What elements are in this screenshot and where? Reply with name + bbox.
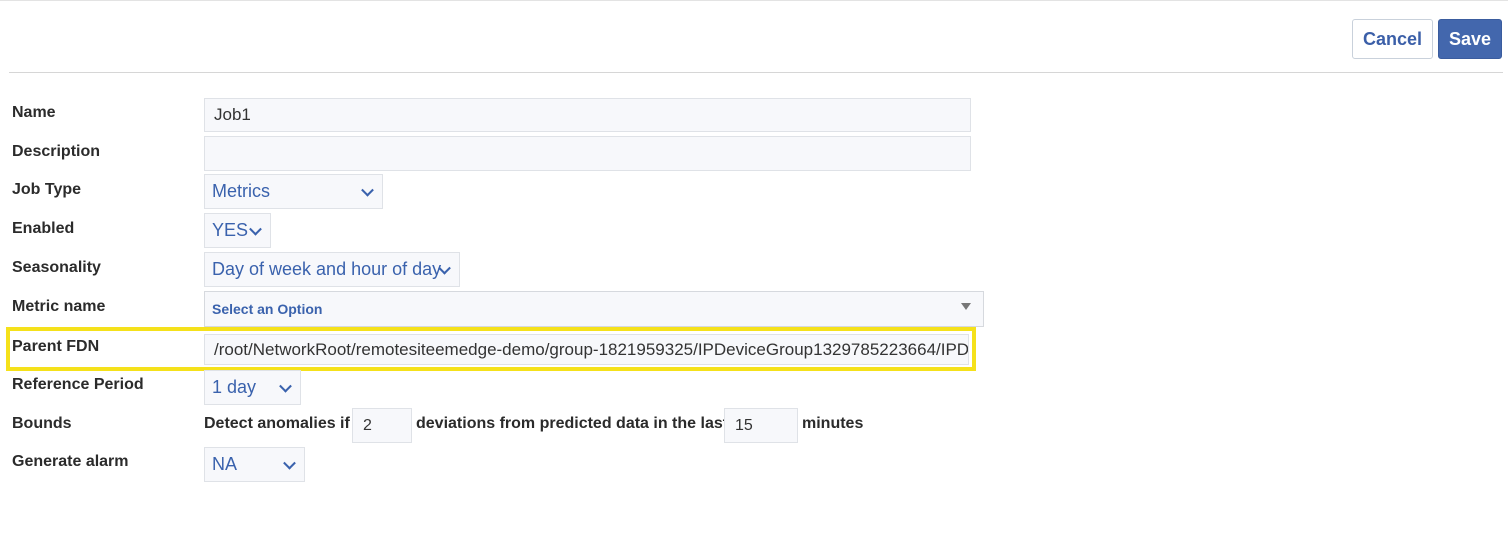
chevron-down-icon bbox=[361, 183, 374, 197]
job-type-label: Job Type bbox=[12, 181, 82, 198]
seasonality-label: Seasonality bbox=[12, 259, 101, 276]
name-label: Name bbox=[12, 104, 56, 121]
enabled-select[interactable]: YES bbox=[204, 213, 271, 248]
reference-period-label: Reference Period bbox=[12, 376, 144, 393]
seasonality-select[interactable]: Day of week and hour of day bbox=[204, 252, 460, 287]
job-type-value: Metrics bbox=[212, 181, 270, 201]
generate-alarm-label: Generate alarm bbox=[12, 453, 129, 470]
description-input[interactable] bbox=[204, 136, 971, 171]
enabled-value: YES bbox=[212, 220, 249, 240]
metric-name-placeholder: Select an Option bbox=[212, 301, 323, 317]
description-label: Description bbox=[12, 143, 101, 160]
bounds-suffix-text: minutes bbox=[802, 415, 864, 432]
cancel-button[interactable]: Cancel bbox=[1352, 19, 1433, 59]
header-divider bbox=[9, 72, 1503, 73]
parent-fdn-label: Parent FDN bbox=[12, 338, 100, 355]
generate-alarm-value: NA bbox=[212, 454, 238, 474]
save-button[interactable]: Save bbox=[1438, 19, 1502, 59]
reference-period-select[interactable]: 1 day bbox=[204, 370, 301, 405]
metric-name-label: Metric name bbox=[12, 298, 106, 315]
chevron-down-icon bbox=[279, 379, 292, 393]
chevron-down-icon bbox=[283, 456, 296, 470]
minutes-input[interactable]: 15 bbox=[724, 408, 798, 443]
toolbar: Cancel Save bbox=[0, 0, 1508, 72]
bounds-label: Bounds bbox=[12, 415, 72, 432]
seasonality-value: Day of week and hour of day bbox=[212, 259, 442, 279]
metric-name-combobox[interactable]: Select an Option bbox=[204, 291, 984, 327]
deviations-input[interactable]: 2 bbox=[352, 408, 412, 443]
bounds-middle-text: deviations from predicted data in the la… bbox=[416, 415, 729, 432]
generate-alarm-select[interactable]: NA bbox=[204, 447, 305, 482]
triangle-down-icon bbox=[961, 303, 971, 310]
job-type-select[interactable]: Metrics bbox=[204, 174, 383, 209]
reference-period-value: 1 day bbox=[212, 377, 257, 397]
name-input[interactable]: Job1 bbox=[204, 98, 971, 132]
chevron-down-icon bbox=[249, 222, 262, 236]
bounds-prefix-text: Detect anomalies if bbox=[204, 415, 350, 432]
parent-fdn-input[interactable]: /root/NetworkRoot/remotesiteemedge-demo/… bbox=[204, 334, 969, 365]
enabled-label: Enabled bbox=[12, 220, 75, 237]
